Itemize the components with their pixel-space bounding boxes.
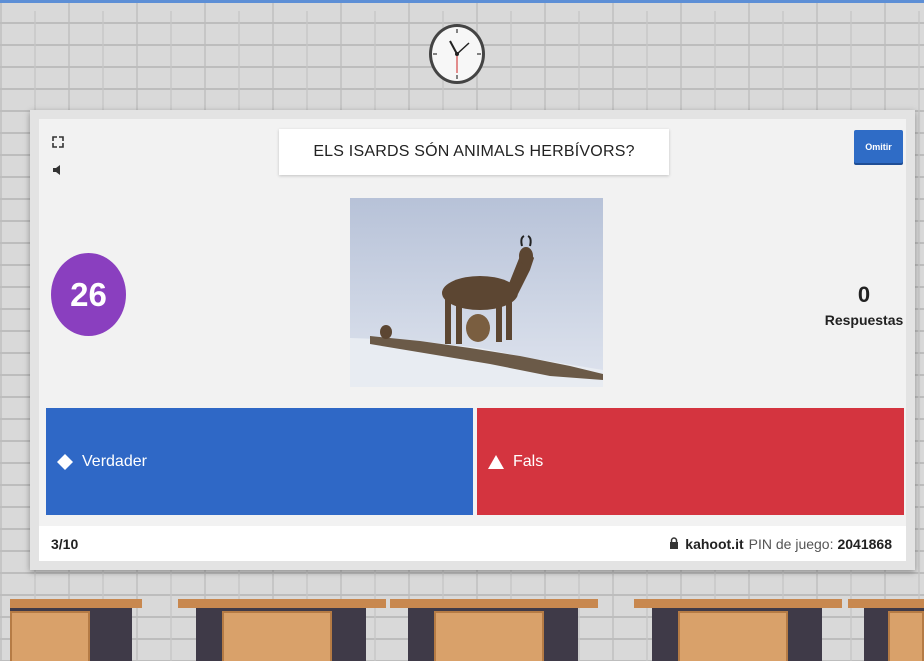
game-pin: 2041868 (837, 535, 892, 552)
pin-label: PIN de juego: (748, 535, 834, 552)
answers-count-value: 0 (857, 282, 871, 307)
triangle-icon (487, 453, 505, 471)
question-image (350, 198, 603, 387)
answer-false-label: Fals (513, 452, 544, 470)
diamond-icon (56, 453, 74, 471)
answer-true-button[interactable]: Verdader (46, 408, 473, 515)
question-progress: 3/10 (51, 535, 79, 552)
fullscreen-icon[interactable] (49, 133, 67, 151)
site-name: kahoot.it (685, 535, 744, 552)
countdown-timer: 26 (51, 253, 126, 336)
lock-icon (669, 536, 679, 552)
answer-false-button[interactable]: Fals (477, 408, 904, 515)
classroom-desk (178, 599, 386, 661)
game-footer: 3/10 kahoot.it PIN de juego: 2041868 (39, 526, 906, 561)
answer-true-label: Verdader (82, 452, 147, 470)
classroom-desk (10, 599, 142, 661)
volume-icon[interactable] (49, 161, 67, 179)
answers-counter: 0 Respuestas (809, 282, 919, 328)
classroom-desk (848, 599, 924, 661)
game-board: ELS ISARDS SÓN ANIMALS HERBÍVORS? Omitir… (30, 110, 915, 570)
game-pin-info: kahoot.it PIN de juego: 2041868 (669, 536, 892, 552)
classroom-desk (390, 599, 598, 661)
answers-count-label: Respuestas (824, 312, 904, 328)
skip-button[interactable]: Omitir (854, 130, 903, 163)
wall-clock-icon (427, 21, 487, 85)
top-accent-line (0, 0, 924, 3)
classroom-desk (634, 599, 842, 661)
question-text: ELS ISARDS SÓN ANIMALS HERBÍVORS? (279, 129, 669, 175)
